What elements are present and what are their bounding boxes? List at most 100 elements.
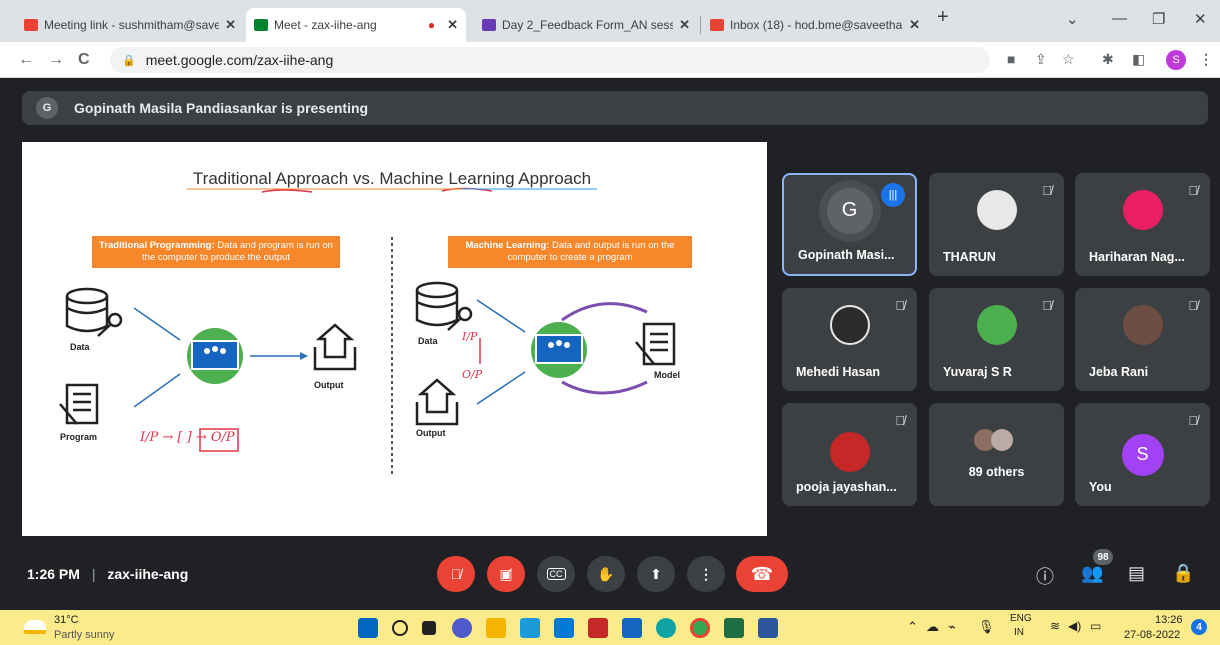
tab-gmail-inbox[interactable]: Inbox (18) - hod.bme@saveetha ✕ (702, 8, 928, 42)
more-options-button[interactable]: ⋮ (687, 556, 725, 592)
box-title: Machine Learning: (465, 240, 550, 251)
others-count: 89 others (968, 465, 1025, 479)
notification-badge[interactable]: 4 (1191, 619, 1207, 635)
mic-off-icon: 🎙̸ (895, 298, 905, 313)
network-icon[interactable]: ⌁ (948, 619, 956, 635)
task-view-icon[interactable] (422, 621, 436, 635)
start-icon[interactable] (358, 618, 378, 638)
participant-tile[interactable]: 🎙̸ THARUN (929, 173, 1064, 276)
tab-meet[interactable]: Meet - zax-iihe-ang ● ✕ (246, 8, 466, 42)
mic-off-icon: 🎙̸ (1042, 298, 1052, 313)
presenter-avatar: G (36, 97, 58, 119)
profile-avatar[interactable]: S (1166, 50, 1186, 70)
taskbar-date[interactable]: 27-08-2022 (1124, 629, 1180, 641)
meeting-info: 1:26 PM | zax-iihe-ang (27, 566, 188, 582)
app-icon[interactable] (554, 618, 574, 638)
forward-icon[interactable]: → (48, 51, 64, 69)
close-tab-icon[interactable]: ✕ (225, 17, 236, 33)
participant-tile[interactable]: 🎙̸ Jeba Rani (1075, 288, 1210, 391)
store-icon[interactable] (622, 618, 642, 638)
temperature: 31°C (54, 614, 79, 626)
taskbar-time[interactable]: 13:26 (1155, 614, 1183, 626)
close-tab-icon[interactable]: ✕ (679, 17, 690, 33)
present-screen-icon: ⬆ (650, 565, 662, 582)
participant-tile[interactable]: 🎙̸ Hariharan Nag... (1075, 173, 1210, 276)
participant-name: You (1089, 480, 1112, 494)
participant-name: Hariharan Nag... (1089, 250, 1185, 264)
hand-icon: ✋ (597, 565, 615, 582)
tab-feedback-form[interactable]: Day 2_Feedback Form_AN sessio ✕ (474, 8, 698, 42)
others-tile[interactable]: 89 others (929, 403, 1064, 506)
tab-separator (700, 16, 701, 34)
reload-icon[interactable]: C (78, 51, 90, 69)
avatar (976, 305, 1017, 346)
back-icon[interactable]: ← (18, 51, 34, 69)
program-label: Program (60, 432, 98, 442)
participant-tile-presenter[interactable]: ||| G Gopinath Masi... (782, 173, 917, 276)
tray-chevron-icon[interactable]: ⌃ (907, 619, 918, 635)
volume-icon[interactable]: ◀) (1068, 619, 1081, 633)
present-button[interactable]: ⬆ (637, 556, 675, 592)
participant-tile[interactable]: 🎙̸ Yuvaraj S R (929, 288, 1064, 391)
url-bar[interactable]: 🔒 meet.google.com/zax-iihe-ang (110, 47, 990, 73)
participant-name: Mehedi Hasan (796, 365, 881, 379)
recording-icon: ● (427, 18, 436, 32)
more-vert-icon: ⋮ (699, 565, 713, 582)
gmail-icon (24, 19, 38, 31)
side-panel-icon[interactable]: ◧ (1132, 51, 1145, 68)
onedrive-icon[interactable]: ☁ (926, 619, 939, 635)
extensions-icon[interactable]: ✱ (1102, 51, 1114, 68)
bookmark-star-icon[interactable]: ☆ (1062, 51, 1075, 68)
chrome-menu-icon[interactable]: ⋮ (1199, 51, 1213, 68)
restore-icon[interactable]: ❐ (1152, 10, 1165, 28)
raise-hand-button[interactable]: ✋ (587, 556, 625, 592)
wifi-icon[interactable]: ≋ (1050, 619, 1060, 633)
language-top[interactable]: ENG (1010, 613, 1032, 624)
share-icon[interactable]: ⇪ (1035, 51, 1047, 68)
mic-off-icon: 🎙̸ (1188, 413, 1198, 428)
avatar: G (826, 187, 873, 234)
tab-title: Meet - zax-iihe-ang (274, 18, 377, 32)
weather-icon (24, 620, 46, 634)
file-explorer-icon[interactable] (486, 618, 506, 638)
handwritten-annotation: I/P → [ ] → O/P (140, 430, 235, 445)
captions-button[interactable]: CC (537, 556, 575, 592)
participant-tile[interactable]: 🎙̸ Mehedi Hasan (782, 288, 917, 391)
info-icon[interactable]: ⓘ (1036, 563, 1054, 589)
tab-gmail-meeting-link[interactable]: Meeting link - sushmitham@save ✕ (16, 8, 244, 42)
lock-icon: 🔒 (122, 54, 136, 67)
traditional-programming-box: Traditional Programming: Data and progra… (92, 236, 340, 268)
chrome-icon[interactable] (690, 618, 710, 638)
database-key-icon (415, 281, 473, 331)
close-tab-icon[interactable]: ✕ (909, 17, 920, 33)
avatar-ring: G (818, 179, 881, 242)
tab-search-icon[interactable]: ⌄ (1066, 10, 1079, 28)
participant-tile-self[interactable]: 🎙̸ S You (1075, 403, 1210, 506)
app-icon[interactable] (520, 618, 540, 638)
mic-toggle-button[interactable]: 🎙̸ (437, 556, 475, 592)
edge-icon[interactable] (656, 618, 676, 638)
search-icon[interactable] (392, 620, 408, 636)
chat-icon[interactable]: ▤ (1128, 563, 1145, 584)
meet-icon (254, 19, 268, 31)
host-controls-icon[interactable]: 🔒 (1172, 563, 1194, 584)
people-icon[interactable]: 👥 (1081, 563, 1103, 584)
close-tab-icon[interactable]: ✕ (447, 17, 458, 33)
tab-title: Inbox (18) - hod.bme@saveetha (730, 18, 903, 32)
word-icon[interactable] (758, 618, 778, 638)
mic-tray-icon[interactable]: 🎙 (978, 619, 995, 635)
camera-toggle-button[interactable]: ▣̸ (487, 556, 525, 592)
battery-icon[interactable]: ▭ (1090, 619, 1101, 633)
leave-call-button[interactable]: ☎ (736, 556, 788, 592)
output-upload-icon (313, 323, 357, 371)
machine-learning-box: Machine Learning: Data and output is run… (448, 236, 692, 268)
language-bottom[interactable]: IN (1014, 627, 1024, 638)
new-tab-button[interactable]: + (937, 6, 949, 29)
camera-icon[interactable]: ■ (1007, 51, 1015, 67)
minimize-icon[interactable]: — (1112, 10, 1127, 27)
close-window-icon[interactable]: ✕ (1194, 10, 1207, 28)
excel-icon[interactable] (724, 618, 744, 638)
participant-tile[interactable]: 🎙̸ pooja jayashan... (782, 403, 917, 506)
mcafee-icon[interactable] (588, 618, 608, 638)
teams-chat-icon[interactable] (452, 618, 472, 638)
